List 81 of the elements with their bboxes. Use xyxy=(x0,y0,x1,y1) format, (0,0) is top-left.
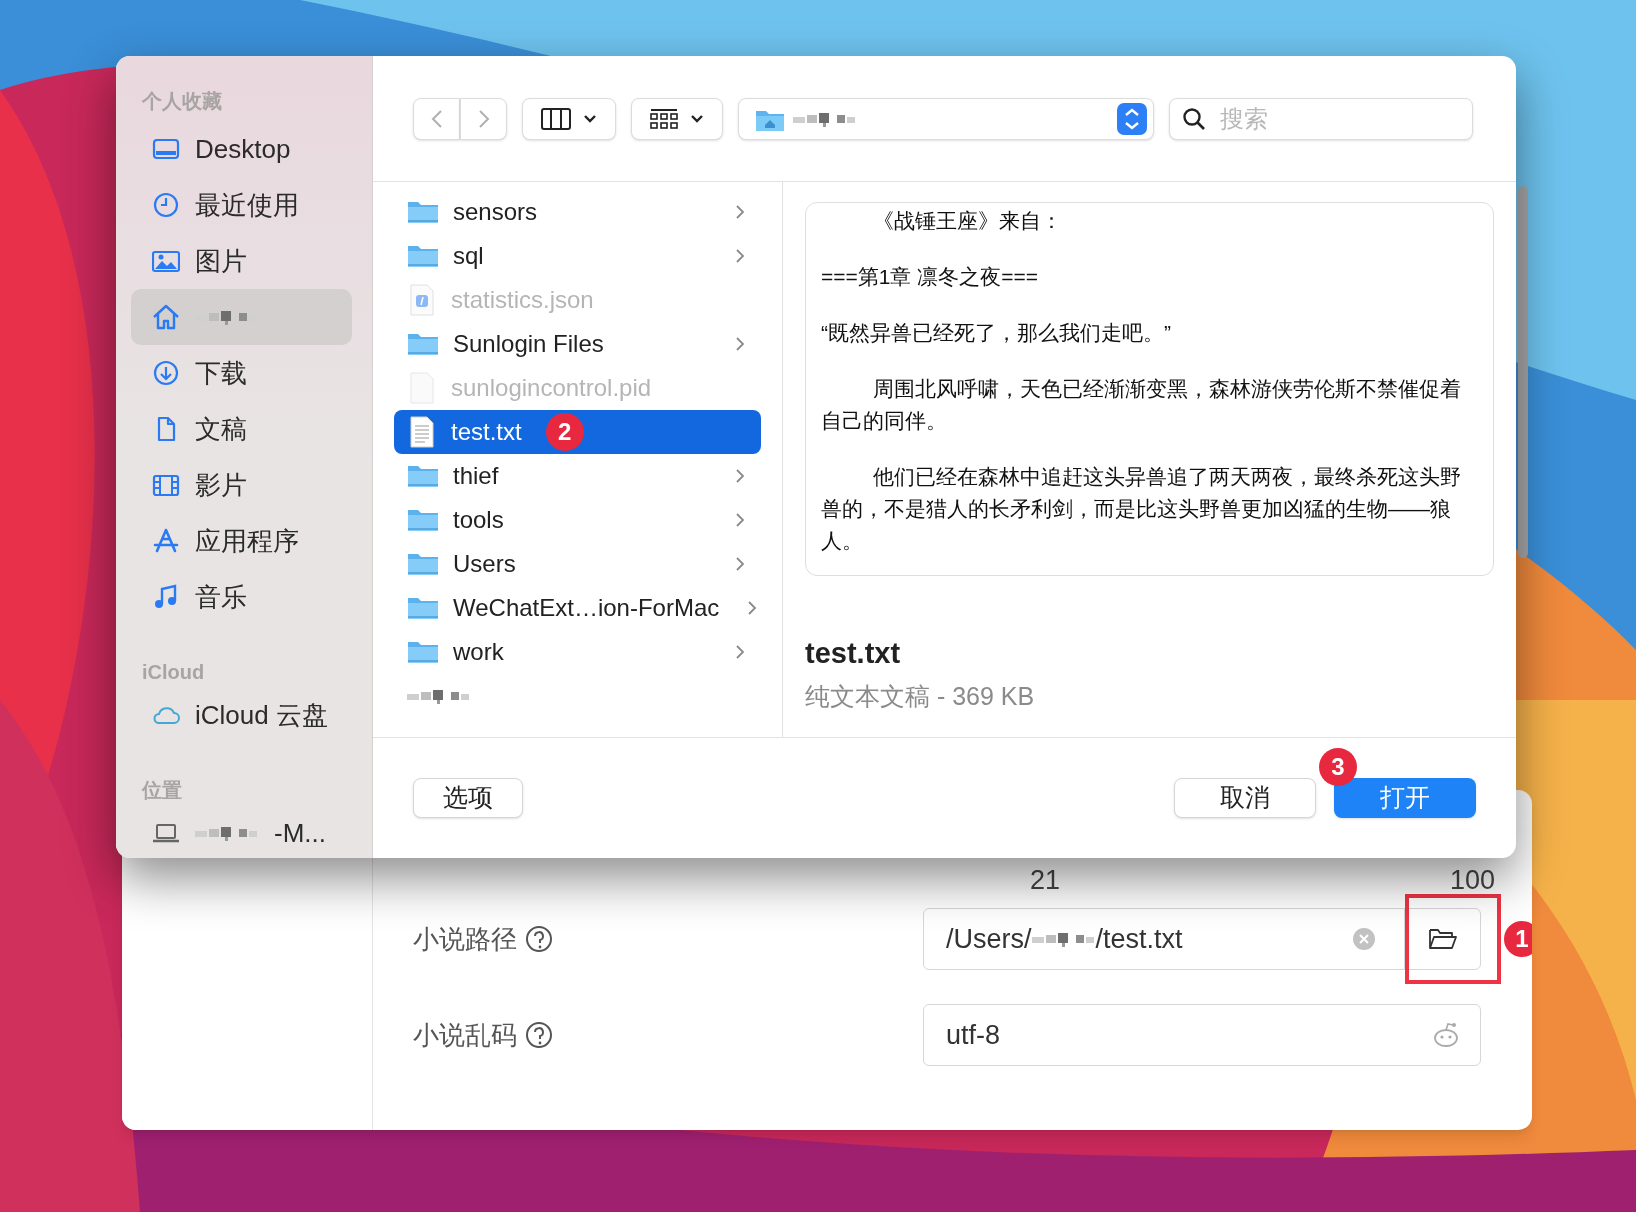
folder-icon xyxy=(407,199,439,225)
file-row[interactable]: Sunlogin Files xyxy=(394,322,761,366)
sidebar-item[interactable]: 音乐 xyxy=(131,569,352,625)
chevron-right-icon xyxy=(735,204,745,220)
paragraph: 《战锤王座》来自： xyxy=(872,208,1063,234)
text-file-icon xyxy=(407,416,437,448)
help-icon xyxy=(525,925,553,953)
scrollbar-thumb[interactable] xyxy=(1518,186,1528,558)
field-label: 小说路径 xyxy=(413,922,517,956)
file-icon xyxy=(407,372,437,404)
chevron-right-icon xyxy=(735,556,745,572)
section-heading: 个人收藏 xyxy=(141,89,222,114)
folder-icon xyxy=(407,639,439,665)
chevron-right-icon xyxy=(747,600,758,616)
app-store-icon xyxy=(152,527,180,555)
paragraph: 周围北风呼啸，天色已经渐渐变黑，森林游侠劳伦斯不禁催促着自己的同伴。 xyxy=(821,376,1462,434)
paragraph: 他们已经在森林中追赶这头异兽追了两天两夜，最终杀死这头野兽的，不是猎人的长矛利剑，而是比这头野兽更加凶猛的生物——狼人。 xyxy=(821,464,1462,554)
file-row[interactable]: Users xyxy=(394,542,761,586)
scale-label: 100 xyxy=(1449,864,1495,897)
file-name: test.txt xyxy=(805,636,901,671)
sidebar-item[interactable]: 图片 xyxy=(131,233,352,289)
file-row[interactable]: sql xyxy=(394,234,761,278)
grid-icon xyxy=(650,108,678,129)
alien-icon xyxy=(1432,1022,1460,1048)
folder-icon xyxy=(407,243,439,269)
number-badge: 2 xyxy=(545,413,584,451)
file-row[interactable]: test.txt 2 xyxy=(394,410,761,454)
dialog-button[interactable]: 选项 xyxy=(413,778,523,818)
paragraph: “既然异兽已经死了，那么我们走吧。” xyxy=(821,320,1172,346)
scale-label: 21 xyxy=(1030,864,1061,897)
folder-icon xyxy=(407,507,439,533)
section-heading: iCloud xyxy=(141,660,205,685)
caret-icon xyxy=(583,113,597,124)
download-icon xyxy=(152,359,180,387)
folder-icon xyxy=(407,463,439,489)
view-mode-button[interactable] xyxy=(522,97,616,140)
file-row[interactable]: thief xyxy=(394,454,761,498)
sidebar-item[interactable]: Desktop xyxy=(131,121,352,177)
folder-icon xyxy=(407,331,439,357)
input-field[interactable]: /Users/ /test.txt xyxy=(923,908,1481,970)
file-info: 纯文本文稿 - 369 KB xyxy=(805,680,1035,712)
input-field[interactable]: utf-8 xyxy=(923,1004,1481,1066)
folder-icon xyxy=(407,551,439,577)
paragraph: ===第1章 凛冬之夜=== xyxy=(821,264,1040,290)
sidebar-item[interactable]: 最近使用 xyxy=(131,177,352,233)
house-icon xyxy=(152,303,180,331)
field-label: 小说乱码 xyxy=(413,1018,517,1052)
chevron-right-icon xyxy=(735,512,745,528)
file-row[interactable]: WeChatExt…ion-ForMac xyxy=(394,586,761,630)
chevron-right-icon xyxy=(735,468,745,484)
number-badge: 1 xyxy=(1502,919,1532,959)
search-icon xyxy=(1182,106,1206,131)
chevron-right-icon xyxy=(735,644,745,660)
json-file-icon xyxy=(407,284,437,316)
sidebar-item[interactable]: 应用程序 xyxy=(131,513,352,569)
columns-icon xyxy=(541,107,571,130)
clock-icon xyxy=(152,191,180,219)
clear-icon xyxy=(1352,927,1376,951)
sidebar-item[interactable]: -M... xyxy=(131,805,352,858)
caret-icon xyxy=(690,113,704,124)
dialog-button[interactable]: 取消 xyxy=(1174,778,1316,818)
help-icon xyxy=(525,1021,553,1049)
chevron-right-icon xyxy=(735,336,745,352)
chevron-right-icon xyxy=(735,248,745,264)
group-button[interactable] xyxy=(631,97,723,140)
number-badge: 3 xyxy=(1319,748,1357,786)
sidebar-item[interactable]: iCloud 云盘 xyxy=(131,687,352,743)
folder-icon xyxy=(407,595,439,621)
sidebar-item[interactable]: 下载 xyxy=(131,345,352,401)
file-row[interactable]: work xyxy=(394,630,761,674)
file-row[interactable]: sensors xyxy=(394,190,761,234)
search-field[interactable]: 搜索 xyxy=(1169,97,1473,140)
sidebar-item[interactable] xyxy=(131,289,352,345)
open-button[interactable]: 打开 xyxy=(1334,778,1476,818)
sidebar-item[interactable]: 文稿 xyxy=(131,401,352,457)
location-popup[interactable] xyxy=(738,97,1154,140)
section-heading: 位置 xyxy=(141,778,182,803)
folder-icon xyxy=(1427,926,1458,952)
file-row[interactable]: tools xyxy=(394,498,761,542)
sidebar-item[interactable]: 影片 xyxy=(131,457,352,513)
stepper-icon xyxy=(1117,102,1147,135)
